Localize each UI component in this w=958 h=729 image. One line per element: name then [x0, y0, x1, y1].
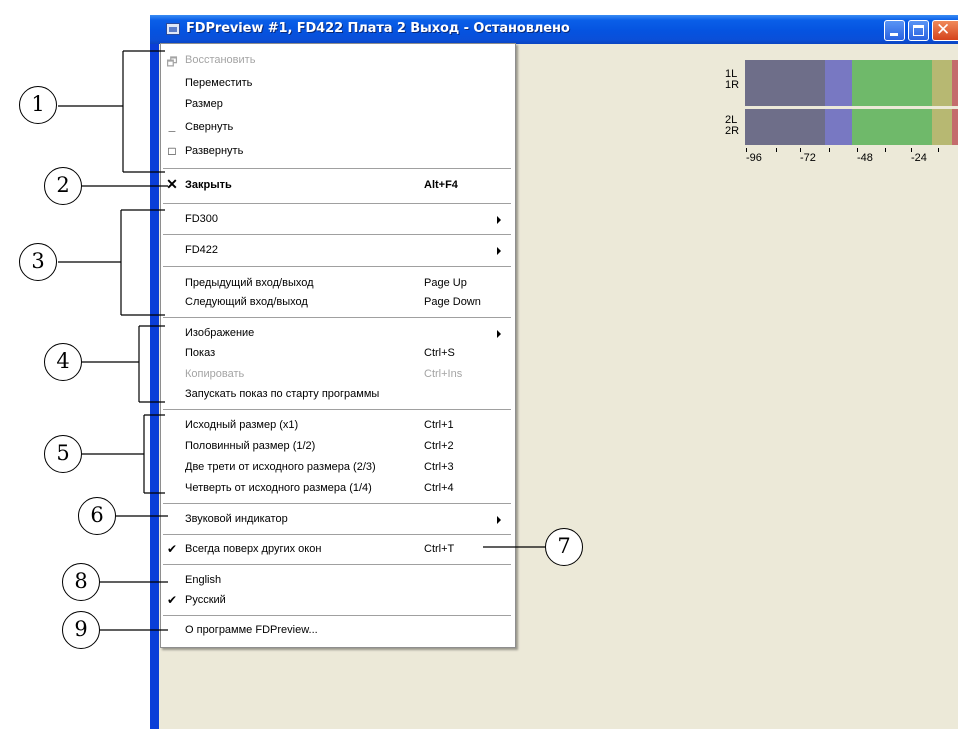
callout-6: 6: [78, 497, 116, 535]
callout-4: 4: [44, 343, 82, 381]
callout-7: 7: [545, 528, 583, 566]
callout-5: 5: [44, 435, 82, 473]
callout-1: 1: [19, 86, 57, 124]
callout-lines: [58, 50, 545, 631]
callout-9: 9: [62, 611, 100, 649]
callout-8: 8: [62, 563, 100, 601]
callout-2: 2: [44, 167, 82, 205]
callout-3: 3: [19, 243, 57, 281]
